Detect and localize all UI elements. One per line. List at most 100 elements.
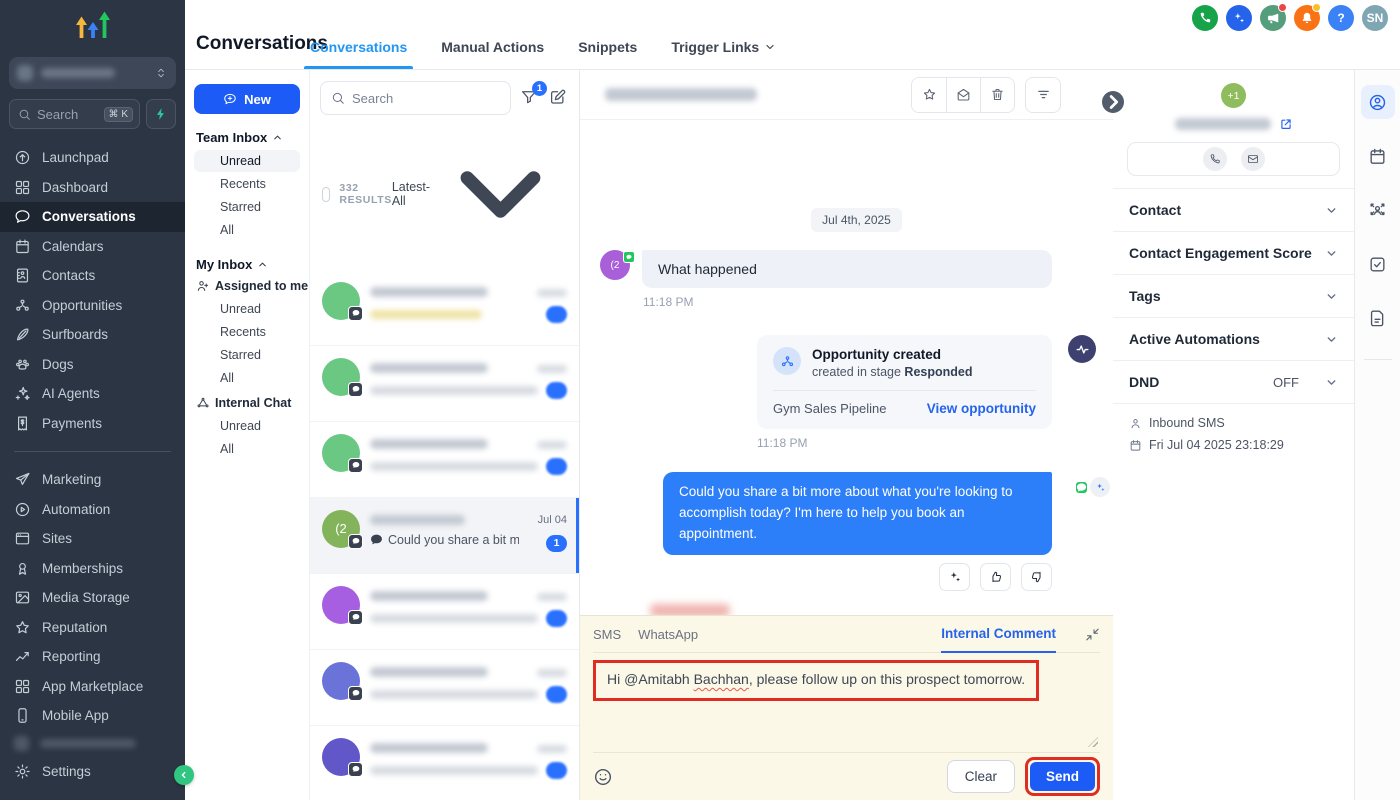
nav-item-internal-chat[interactable]: Internal Chat (196, 396, 300, 410)
contact-avatar: (2 (600, 250, 630, 280)
sidebar-item-surfboards[interactable]: Surfboards (0, 320, 185, 350)
mark-unread-button[interactable] (946, 78, 980, 112)
sidebar-item-conversations[interactable]: Conversations (0, 202, 185, 232)
compose-button[interactable] (549, 88, 569, 108)
appointments-icon[interactable] (1361, 139, 1395, 173)
tasks-icon[interactable] (1361, 247, 1395, 281)
conversation-list-item[interactable]: (2Could you share a bit more aboutJul 04… (310, 498, 579, 574)
section-tags[interactable]: Tags (1113, 274, 1354, 317)
delete-conversation-button[interactable] (980, 78, 1014, 112)
opportunities-icon[interactable] (1361, 193, 1395, 227)
tab-trigger-links[interactable]: Trigger Links (671, 39, 776, 69)
conversation-list-item[interactable] (310, 726, 579, 800)
sparkles-icon[interactable] (1226, 5, 1252, 31)
section-dnd[interactable]: DNDOFF (1113, 360, 1354, 403)
sort-dropdown[interactable]: Latest-All (392, 128, 567, 261)
megaphone-icon[interactable] (1260, 5, 1286, 31)
tab-internal-comment[interactable]: Internal Comment (941, 617, 1056, 653)
conversation-list-item[interactable] (310, 346, 579, 422)
sidebar-item-payments[interactable]: Payments (0, 409, 185, 439)
sidebar-item-dashboard[interactable]: Dashboard (0, 173, 185, 203)
compose-textarea[interactable]: Hi @Amitabh Bachhan, please follow up on… (593, 653, 1100, 752)
ai-rewrite-button[interactable] (939, 563, 970, 591)
sidebar-item-sites[interactable]: Sites (0, 524, 185, 554)
thumbs-up-button[interactable] (980, 563, 1011, 591)
tab-snippets[interactable]: Snippets (578, 39, 637, 69)
filter-item-all[interactable]: All (194, 367, 300, 389)
sidebar-item-settings[interactable]: Settings (0, 757, 185, 787)
contact-name-redacted (370, 287, 488, 297)
message-thread[interactable]: Jul 4th, 2025 (2 What happened 11:18 PM (580, 120, 1113, 615)
sidebar-item-mobile-app[interactable]: Mobile App (0, 701, 185, 731)
filter-item-all[interactable]: All (194, 219, 300, 241)
collapse-contact-panel-button[interactable] (1102, 91, 1124, 113)
sidebar-item-reputation[interactable]: Reputation (0, 613, 185, 643)
contact-name-redacted (370, 667, 488, 677)
filter-item-unread[interactable]: Unread (194, 150, 300, 172)
sidebar-item-reporting[interactable]: Reporting (0, 642, 185, 672)
section-active-automations[interactable]: Active Automations (1113, 317, 1354, 360)
section-contact-engagement-score[interactable]: Contact Engagement Score (1113, 231, 1354, 274)
tab-conversations[interactable]: Conversations (310, 39, 407, 69)
section-contact[interactable]: Contact (1113, 188, 1354, 231)
call-contact-button[interactable] (1203, 147, 1227, 171)
conversation-list-item[interactable] (310, 574, 579, 650)
quick-actions-button[interactable] (146, 99, 176, 129)
sidebar-item-launchpad[interactable]: Launchpad (0, 143, 185, 173)
unread-count-badge (546, 686, 567, 703)
tab-manual-actions[interactable]: Manual Actions (441, 39, 544, 69)
global-search-input[interactable]: Search ⌘ K (9, 99, 140, 129)
message-filter-button[interactable] (1026, 78, 1060, 112)
inbox-group-my-inbox[interactable]: My Inbox (196, 257, 300, 272)
inbox-group-team-inbox[interactable]: Team Inbox (196, 130, 300, 145)
resize-handle[interactable] (1088, 737, 1098, 747)
tab-whatsapp[interactable]: WhatsApp (638, 627, 698, 642)
phone-icon[interactable] (1192, 5, 1218, 31)
filter-item-starred[interactable]: Starred (194, 344, 300, 366)
email-contact-button[interactable] (1241, 147, 1265, 171)
tab-sms[interactable]: SMS (593, 627, 621, 642)
activity-button[interactable] (1068, 335, 1096, 363)
sidebar-item-app-marketplace[interactable]: App Marketplace (0, 672, 185, 702)
contact-person-icon[interactable] (1361, 85, 1395, 119)
sidebar-item-memberships[interactable]: Memberships (0, 554, 185, 584)
sidebar-item-marketing[interactable]: Marketing (0, 465, 185, 495)
sidebar-item-dogs[interactable]: Dogs (0, 350, 185, 380)
external-link-icon[interactable] (1279, 117, 1293, 131)
sidebar-item-ai-agents[interactable]: AI Agents (0, 379, 185, 409)
filter-item-unread[interactable]: Unread (194, 298, 300, 320)
user-avatar[interactable]: SN (1362, 5, 1388, 31)
minimize-composer-icon[interactable] (1085, 627, 1100, 642)
filter-item-recents[interactable]: Recents (194, 173, 300, 195)
filter-item-all[interactable]: All (194, 438, 300, 460)
filter-item-unread[interactable]: Unread (194, 415, 300, 437)
help-icon[interactable]: ? (1328, 5, 1354, 31)
conversation-list-item[interactable] (310, 270, 579, 346)
nav-item-assigned-to-me[interactable]: Assigned to me (196, 279, 300, 293)
filter-item-recents[interactable]: Recents (194, 321, 300, 343)
select-all-checkbox[interactable] (322, 187, 330, 202)
sidebar-item-automation[interactable]: Automation (0, 495, 185, 525)
thumbs-down-button[interactable] (1021, 563, 1052, 591)
sidebar-item-opportunities[interactable]: Opportunities (0, 291, 185, 321)
conversation-list-item[interactable] (310, 422, 579, 498)
conversation-list-item[interactable] (310, 650, 579, 726)
filter-item-starred[interactable]: Starred (194, 196, 300, 218)
sidebar-collapse-button[interactable] (174, 765, 194, 785)
bell-icon[interactable] (1294, 5, 1320, 31)
chat-panel: Jul 4th, 2025 (2 What happened 11:18 PM (580, 70, 1113, 800)
conversation-search-input[interactable]: Search (320, 81, 511, 115)
send-button[interactable]: Send (1030, 762, 1095, 791)
star-conversation-button[interactable] (912, 78, 946, 112)
filter-button[interactable]: 1 (520, 88, 540, 108)
clear-button[interactable]: Clear (947, 760, 1015, 793)
chevron-down-icon (1325, 247, 1338, 260)
notes-icon[interactable] (1361, 301, 1395, 335)
account-switcher[interactable] (9, 57, 176, 89)
sidebar-item-contacts[interactable]: Contacts (0, 261, 185, 291)
sidebar-item-calendars[interactable]: Calendars (0, 232, 185, 262)
emoji-picker-icon[interactable] (593, 767, 613, 787)
sidebar-item-media-storage[interactable]: Media Storage (0, 583, 185, 613)
view-opportunity-link[interactable]: View opportunity (927, 401, 1036, 416)
new-conversation-button[interactable]: New (194, 84, 300, 114)
